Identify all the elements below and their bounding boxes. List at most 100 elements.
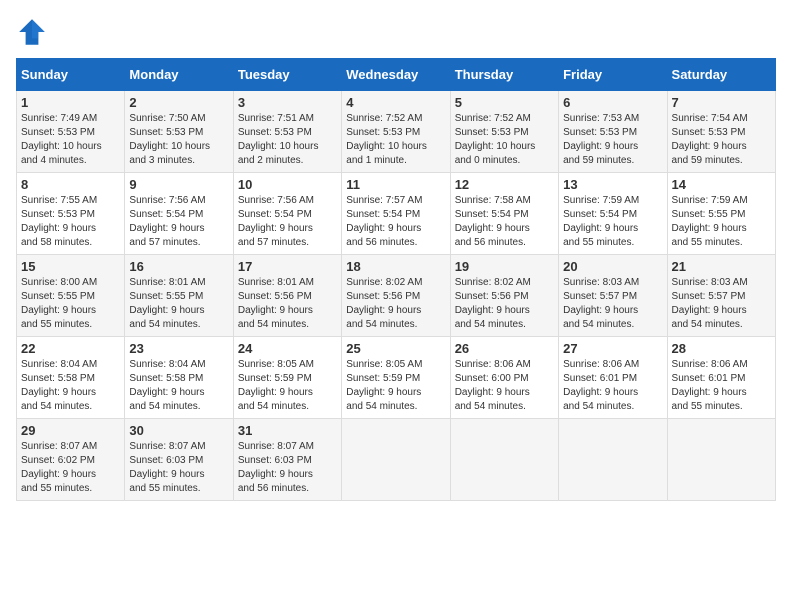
- weekday-header: Monday: [125, 59, 233, 91]
- day-number: 4: [346, 95, 445, 110]
- day-info: Sunrise: 7:56 AM Sunset: 5:54 PM Dayligh…: [129, 194, 228, 250]
- day-info: Sunrise: 8:03 AM Sunset: 5:57 PM Dayligh…: [672, 276, 771, 332]
- calendar-day-cell: 23 Sunrise: 8:04 AM Sunset: 5:58 PM Dayli…: [125, 337, 233, 419]
- weekday-header: Thursday: [450, 59, 558, 91]
- calendar-day-cell: 29 Sunrise: 8:07 AM Sunset: 6:02 PM Dayli…: [17, 419, 125, 501]
- calendar-day-cell: 13 Sunrise: 7:59 AM Sunset: 5:54 PM Dayli…: [559, 173, 667, 255]
- weekday-header: Wednesday: [342, 59, 450, 91]
- calendar-day-cell: 20 Sunrise: 8:03 AM Sunset: 5:57 PM Dayli…: [559, 255, 667, 337]
- day-info: Sunrise: 7:55 AM Sunset: 5:53 PM Dayligh…: [21, 194, 120, 250]
- day-info: Sunrise: 8:02 AM Sunset: 5:56 PM Dayligh…: [346, 276, 445, 332]
- logo-icon: [16, 16, 48, 48]
- day-number: 13: [563, 177, 662, 192]
- day-info: Sunrise: 8:03 AM Sunset: 5:57 PM Dayligh…: [563, 276, 662, 332]
- calendar-day-cell: 5 Sunrise: 7:52 AM Sunset: 5:53 PM Daylig…: [450, 91, 558, 173]
- day-number: 24: [238, 341, 337, 356]
- day-number: 3: [238, 95, 337, 110]
- calendar-day-cell: 14 Sunrise: 7:59 AM Sunset: 5:55 PM Dayli…: [667, 173, 775, 255]
- day-number: 5: [455, 95, 554, 110]
- calendar-day-cell: 4 Sunrise: 7:52 AM Sunset: 5:53 PM Daylig…: [342, 91, 450, 173]
- calendar-day-cell: 17Sunrise: 8:01 AM Sunset: 5:56 PM Dayli…: [233, 255, 341, 337]
- calendar-day-cell: 7 Sunrise: 7:54 AM Sunset: 5:53 PM Daylig…: [667, 91, 775, 173]
- calendar-day-cell: [450, 419, 558, 501]
- day-info: Sunrise: 8:06 AM Sunset: 6:01 PM Dayligh…: [672, 358, 771, 414]
- day-info: Sunrise: 8:05 AM Sunset: 5:59 PM Dayligh…: [346, 358, 445, 414]
- day-info: Sunrise: 7:58 AM Sunset: 5:54 PM Dayligh…: [455, 194, 554, 250]
- day-info: Sunrise: 7:59 AM Sunset: 5:54 PM Dayligh…: [563, 194, 662, 250]
- day-number: 23: [129, 341, 228, 356]
- day-number: 28: [672, 341, 771, 356]
- logo: [16, 16, 52, 48]
- day-number: 2: [129, 95, 228, 110]
- day-info: Sunrise: 7:50 AM Sunset: 5:53 PM Dayligh…: [129, 112, 228, 168]
- day-number: 30: [129, 423, 228, 438]
- day-number: 18: [346, 259, 445, 274]
- calendar-day-cell: 24 Sunrise: 8:05 AM Sunset: 5:59 PM Dayli…: [233, 337, 341, 419]
- day-info: Sunrise: 8:05 AM Sunset: 5:59 PM Dayligh…: [238, 358, 337, 414]
- day-number: 26: [455, 341, 554, 356]
- day-info: Sunrise: 8:01 AM Sunset: 5:56 PM Dayligh…: [238, 276, 337, 332]
- calendar-week-row: 15Sunrise: 8:00 AM Sunset: 5:55 PM Dayli…: [17, 255, 776, 337]
- day-info: Sunrise: 7:56 AM Sunset: 5:54 PM Dayligh…: [238, 194, 337, 250]
- calendar-day-cell: 18 Sunrise: 8:02 AM Sunset: 5:56 PM Dayli…: [342, 255, 450, 337]
- day-info: Sunrise: 7:54 AM Sunset: 5:53 PM Dayligh…: [672, 112, 771, 168]
- day-number: 16: [129, 259, 228, 274]
- day-info: Sunrise: 7:53 AM Sunset: 5:53 PM Dayligh…: [563, 112, 662, 168]
- calendar-day-cell: 19Sunrise: 8:02 AM Sunset: 5:56 PM Dayli…: [450, 255, 558, 337]
- calendar-week-row: 8 Sunrise: 7:55 AM Sunset: 5:53 PM Daylig…: [17, 173, 776, 255]
- day-info: Sunrise: 7:59 AM Sunset: 5:55 PM Dayligh…: [672, 194, 771, 250]
- calendar-day-cell: 6 Sunrise: 7:53 AM Sunset: 5:53 PM Daylig…: [559, 91, 667, 173]
- weekday-header: Friday: [559, 59, 667, 91]
- day-info: Sunrise: 8:07 AM Sunset: 6:03 PM Dayligh…: [238, 440, 337, 496]
- calendar-week-row: 29 Sunrise: 8:07 AM Sunset: 6:02 PM Dayli…: [17, 419, 776, 501]
- day-number: 6: [563, 95, 662, 110]
- calendar-header: SundayMondayTuesdayWednesdayThursdayFrid…: [17, 59, 776, 91]
- calendar-day-cell: 30Sunrise: 8:07 AM Sunset: 6:03 PM Dayli…: [125, 419, 233, 501]
- calendar-day-cell: 16 Sunrise: 8:01 AM Sunset: 5:55 PM Dayli…: [125, 255, 233, 337]
- calendar-day-cell: 31Sunrise: 8:07 AM Sunset: 6:03 PM Dayli…: [233, 419, 341, 501]
- calendar-day-cell: 26 Sunrise: 8:06 AM Sunset: 6:00 PM Dayli…: [450, 337, 558, 419]
- day-number: 11: [346, 177, 445, 192]
- day-info: Sunrise: 8:02 AM Sunset: 5:56 PM Dayligh…: [455, 276, 554, 332]
- calendar-day-cell: 27Sunrise: 8:06 AM Sunset: 6:01 PM Dayli…: [559, 337, 667, 419]
- day-number: 21: [672, 259, 771, 274]
- day-info: Sunrise: 8:06 AM Sunset: 6:01 PM Dayligh…: [563, 358, 662, 414]
- day-info: Sunrise: 7:52 AM Sunset: 5:53 PM Dayligh…: [455, 112, 554, 168]
- day-info: Sunrise: 8:07 AM Sunset: 6:02 PM Dayligh…: [21, 440, 120, 496]
- day-number: 22: [21, 341, 120, 356]
- day-number: 1: [21, 95, 120, 110]
- day-number: 7: [672, 95, 771, 110]
- calendar-day-cell: 12 Sunrise: 7:58 AM Sunset: 5:54 PM Dayli…: [450, 173, 558, 255]
- day-info: Sunrise: 8:06 AM Sunset: 6:00 PM Dayligh…: [455, 358, 554, 414]
- day-info: Sunrise: 7:52 AM Sunset: 5:53 PM Dayligh…: [346, 112, 445, 168]
- calendar-day-cell: 28 Sunrise: 8:06 AM Sunset: 6:01 PM Dayli…: [667, 337, 775, 419]
- header: [16, 16, 776, 48]
- calendar-day-cell: 11 Sunrise: 7:57 AM Sunset: 5:54 PM Dayli…: [342, 173, 450, 255]
- day-info: Sunrise: 8:04 AM Sunset: 5:58 PM Dayligh…: [129, 358, 228, 414]
- calendar-day-cell: 22 Sunrise: 8:04 AM Sunset: 5:58 PM Dayli…: [17, 337, 125, 419]
- calendar-body: 1 Sunrise: 7:49 AM Sunset: 5:53 PM Daylig…: [17, 91, 776, 501]
- day-info: Sunrise: 7:49 AM Sunset: 5:53 PM Dayligh…: [21, 112, 120, 168]
- calendar-day-cell: 21 Sunrise: 8:03 AM Sunset: 5:57 PM Dayli…: [667, 255, 775, 337]
- day-number: 8: [21, 177, 120, 192]
- day-number: 12: [455, 177, 554, 192]
- day-number: 9: [129, 177, 228, 192]
- calendar-day-cell: [342, 419, 450, 501]
- calendar-day-cell: [559, 419, 667, 501]
- day-info: Sunrise: 8:04 AM Sunset: 5:58 PM Dayligh…: [21, 358, 120, 414]
- calendar-day-cell: [667, 419, 775, 501]
- calendar-day-cell: 1 Sunrise: 7:49 AM Sunset: 5:53 PM Daylig…: [17, 91, 125, 173]
- day-info: Sunrise: 8:00 AM Sunset: 5:55 PM Dayligh…: [21, 276, 120, 332]
- day-number: 20: [563, 259, 662, 274]
- day-info: Sunrise: 7:57 AM Sunset: 5:54 PM Dayligh…: [346, 194, 445, 250]
- calendar-day-cell: 3 Sunrise: 7:51 AM Sunset: 5:53 PM Daylig…: [233, 91, 341, 173]
- day-info: Sunrise: 8:01 AM Sunset: 5:55 PM Dayligh…: [129, 276, 228, 332]
- calendar-week-row: 1 Sunrise: 7:49 AM Sunset: 5:53 PM Daylig…: [17, 91, 776, 173]
- day-number: 29: [21, 423, 120, 438]
- day-info: Sunrise: 7:51 AM Sunset: 5:53 PM Dayligh…: [238, 112, 337, 168]
- calendar-day-cell: 2 Sunrise: 7:50 AM Sunset: 5:53 PM Daylig…: [125, 91, 233, 173]
- calendar-day-cell: 25Sunrise: 8:05 AM Sunset: 5:59 PM Dayli…: [342, 337, 450, 419]
- day-number: 14: [672, 177, 771, 192]
- calendar-table: SundayMondayTuesdayWednesdayThursdayFrid…: [16, 58, 776, 501]
- calendar-day-cell: 8 Sunrise: 7:55 AM Sunset: 5:53 PM Daylig…: [17, 173, 125, 255]
